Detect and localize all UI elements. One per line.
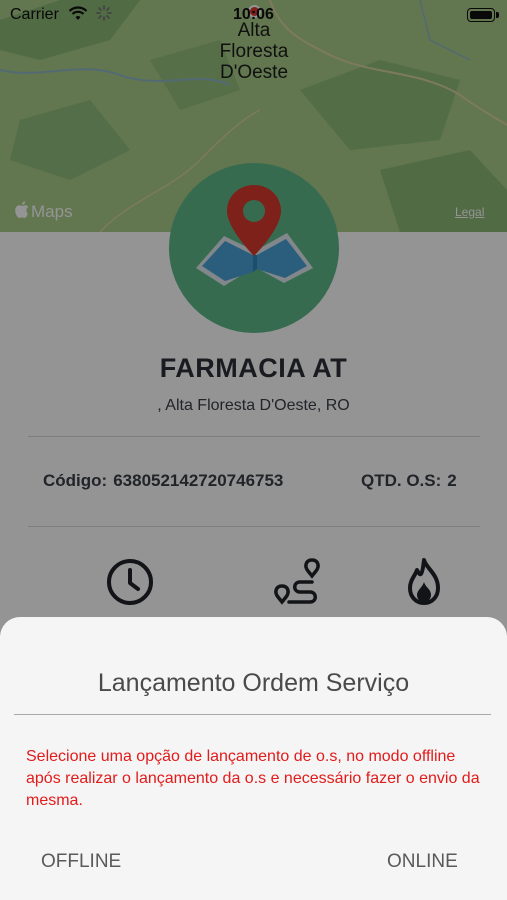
online-button[interactable]: ONLINE: [387, 851, 458, 873]
launch-mode-dialog: Lançamento Ordem Serviço Selecione uma o…: [0, 617, 507, 900]
dialog-title: Lançamento Ordem Serviço: [97, 669, 410, 697]
dialog-divider: [14, 714, 491, 715]
offline-button[interactable]: OFFLINE: [41, 851, 121, 873]
dialog-message: Selecione uma opção de lançamento de o.s…: [26, 748, 480, 809]
